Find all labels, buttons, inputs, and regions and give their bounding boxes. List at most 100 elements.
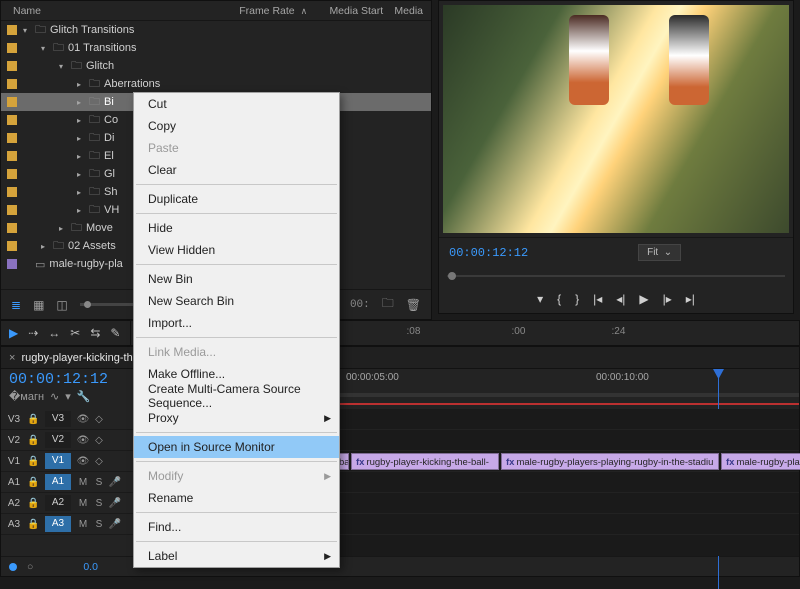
src-patch[interactable]: A2 (1, 498, 27, 509)
sync-lock-icon[interactable]: ◇ (91, 456, 107, 467)
track-target[interactable]: A1 (45, 474, 71, 490)
disclosure-icon[interactable]: ▸ (59, 224, 67, 233)
src-patch[interactable]: V2 (1, 435, 27, 446)
lock-icon[interactable]: 🔒 (27, 519, 41, 530)
disclosure-icon[interactable]: ▸ (77, 188, 85, 197)
menu-item[interactable]: Clear (134, 159, 339, 181)
solo-icon[interactable]: S (91, 519, 107, 530)
selection-tool-icon[interactable]: ▶ (9, 326, 18, 340)
disclosure-icon[interactable]: ▸ (41, 242, 49, 251)
step-fwd-icon[interactable]: |▸ (663, 292, 672, 306)
track-target[interactable]: V1 (45, 453, 71, 469)
bin-row[interactable]: ▾🗀Glitch Transitions (1, 21, 431, 39)
menu-item[interactable]: Hide (134, 217, 339, 239)
settings-icon[interactable]: 🔧 (77, 390, 91, 403)
menu-item[interactable]: Proxy▶ (134, 407, 339, 429)
lock-icon[interactable]: 🔒 (27, 435, 41, 446)
disclosure-icon[interactable]: ▸ (77, 152, 85, 161)
bin-row[interactable]: ▸🗀Aberrations (1, 75, 431, 93)
freeform-view-icon[interactable]: ◫ (56, 298, 67, 312)
sync-lock-icon[interactable]: ◇ (91, 414, 107, 425)
source-video-frame[interactable] (443, 5, 789, 233)
menu-item[interactable]: Duplicate (134, 188, 339, 210)
solo-icon[interactable]: S (91, 477, 107, 488)
in-point-icon[interactable]: { (557, 292, 561, 306)
disclosure-icon[interactable]: ▸ (77, 98, 85, 107)
mute-icon[interactable]: M (75, 498, 91, 509)
snap-icon[interactable]: �магн (9, 390, 44, 403)
disclosure-icon[interactable]: ▾ (23, 26, 31, 35)
menu-item[interactable]: Create Multi-Camera Source Sequence... (134, 385, 339, 407)
toggle-output-icon[interactable]: 👁 (75, 456, 91, 467)
sync-lock-icon[interactable]: ◇ (91, 435, 107, 446)
disclosure-icon[interactable]: ▸ (77, 206, 85, 215)
menu-item[interactable]: Rename (134, 487, 339, 509)
pen-tool-icon[interactable]: ✎ (110, 326, 120, 340)
tab-close-icon[interactable]: × (9, 352, 15, 364)
menu-item[interactable]: Import... (134, 312, 339, 334)
slip-tool-icon[interactable]: ⇆ (90, 326, 100, 340)
menu-item[interactable]: Open in Source Monitor (134, 436, 339, 458)
source-timecode[interactable]: 00:00:12:12 (449, 246, 528, 260)
disclosure-icon[interactable]: ▸ (77, 80, 85, 89)
menu-item[interactable]: New Search Bin (134, 290, 339, 312)
track-select-tool-icon[interactable]: ⇢ (28, 326, 38, 340)
marker-icon[interactable]: ▾ (537, 292, 543, 306)
menu-item[interactable]: New Bin (134, 268, 339, 290)
track-target[interactable]: V3 (45, 411, 71, 427)
menu-item[interactable]: Cut (134, 93, 339, 115)
step-back-icon[interactable]: ◂| (616, 292, 625, 306)
zoom-fit-select[interactable]: Fit ⌄ (638, 244, 681, 261)
disclosure-icon[interactable]: ▾ (59, 62, 67, 71)
icon-view-icon[interactable]: ▦ (33, 298, 44, 312)
toggle-output-icon[interactable]: 👁 (75, 414, 91, 425)
marker-tool-icon[interactable]: ▾ (65, 390, 71, 403)
slider-track[interactable] (80, 303, 140, 306)
src-patch[interactable]: V1 (1, 456, 27, 467)
toggle-output-icon[interactable]: 👁 (75, 435, 91, 446)
track-target[interactable]: V2 (45, 432, 71, 448)
menu-item[interactable]: View Hidden (134, 239, 339, 261)
menu-item[interactable]: Label▶ (134, 545, 339, 567)
col-media[interactable]: Media (383, 5, 423, 17)
track-target[interactable]: A2 (45, 495, 71, 511)
bin-row[interactable]: ▾🗀Glitch (1, 57, 431, 75)
timeline-clip[interactable]: fxrugby-player-kicking-the-ball- (351, 453, 499, 470)
play-icon[interactable]: ▶ (639, 292, 648, 306)
lock-icon[interactable]: 🔒 (27, 477, 41, 488)
source-scrub-bar[interactable] (447, 269, 785, 283)
zoom-value[interactable]: 0.0 (83, 561, 98, 573)
lock-icon[interactable]: 🔒 (27, 498, 41, 509)
menu-item[interactable]: Copy (134, 115, 339, 137)
scrub-handle[interactable] (448, 272, 456, 280)
project-columns-header[interactable]: Name Frame Rate∧ Media Start Media (1, 1, 431, 21)
go-to-in-icon[interactable]: |◂ (593, 292, 602, 306)
src-patch[interactable]: A3 (1, 519, 27, 530)
track-target[interactable]: A3 (45, 516, 71, 532)
trash-icon[interactable]: 🗑 (406, 298, 421, 312)
sync-lock-icon[interactable]: ○ (27, 561, 33, 573)
voice-icon[interactable]: 🎤 (107, 498, 123, 509)
voice-icon[interactable]: 🎤 (107, 477, 123, 488)
sequence-tab[interactable]: × rugby-player-kicking-the-ba (1, 347, 799, 369)
mute-icon[interactable]: M (75, 477, 91, 488)
timeline-clip[interactable]: fxmale-rugby-players-playing-rugby-in-th… (501, 453, 719, 470)
sync-lock-icon[interactable] (9, 563, 17, 571)
col-frame-rate[interactable]: Frame Rate (239, 5, 294, 17)
timeline-clip[interactable]: fxmale-rugby-players-playing-rug (721, 453, 800, 470)
solo-icon[interactable]: S (91, 498, 107, 509)
out-point-icon[interactable]: } (575, 292, 579, 306)
lock-icon[interactable]: 🔒 (27, 414, 41, 425)
disclosure-icon[interactable]: ▾ (41, 44, 49, 53)
disclosure-icon[interactable]: ▸ (77, 134, 85, 143)
disclosure-icon[interactable]: ▸ (77, 170, 85, 179)
razor-tool-icon[interactable]: ✂ (70, 326, 80, 340)
go-to-out-icon[interactable]: ▸| (686, 292, 695, 306)
linked-sel-icon[interactable]: ∿ (50, 390, 59, 403)
voice-icon[interactable]: 🎤 (107, 519, 123, 530)
bin-row[interactable]: ▾🗀01 Transitions (1, 39, 431, 57)
menu-item[interactable]: Find... (134, 516, 339, 538)
playhead-icon[interactable] (713, 369, 724, 379)
col-media-start[interactable]: Media Start (307, 5, 383, 17)
src-patch[interactable]: V3 (1, 414, 27, 425)
